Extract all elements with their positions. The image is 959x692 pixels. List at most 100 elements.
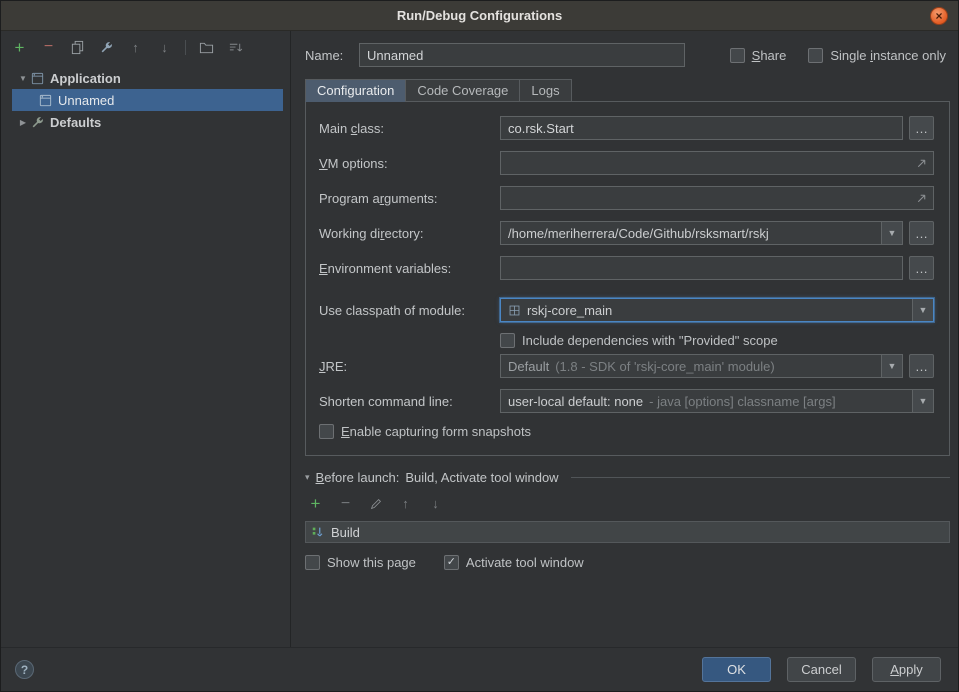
working-directory-browse-button[interactable]: … xyxy=(909,221,934,245)
cancel-button[interactable]: Cancel xyxy=(787,657,856,682)
activate-tool-window-checkbox[interactable]: ✓ Activate tool window xyxy=(444,555,584,570)
single-instance-checkbox-label: Single instance only xyxy=(830,48,946,63)
tree-item-defaults[interactable]: ▶ Defaults xyxy=(12,111,283,133)
build-icon xyxy=(311,525,325,539)
close-button[interactable]: × xyxy=(930,7,948,25)
help-button[interactable]: ? xyxy=(15,660,34,679)
before-launch-section: ▾ Before launch: Build, Activate tool wi… xyxy=(305,470,950,570)
create-folder-button[interactable] xyxy=(198,39,215,56)
enable-capturing-checkbox[interactable]: Enable capturing form snapshots xyxy=(319,424,531,439)
main-class-input[interactable] xyxy=(500,116,903,140)
show-this-page-checkbox-label: Show this page xyxy=(327,555,416,570)
include-provided-checkbox-box xyxy=(500,333,515,348)
shorten-command-line-dropdown-button[interactable]: ▼ xyxy=(912,390,933,412)
jre-value-detail: (1.8 - SDK of 'rskj-core_main' module) xyxy=(555,359,775,374)
vm-options-input[interactable] xyxy=(500,151,934,175)
single-instance-checkbox[interactable]: Single instance only xyxy=(808,48,946,63)
shorten-command-line-value: user-local default: none xyxy=(508,394,643,409)
arrow-down-icon: ↓ xyxy=(432,497,439,510)
tree-item-label: Unnamed xyxy=(58,93,114,108)
copy-configuration-button[interactable] xyxy=(69,39,86,56)
ellipsis-icon: … xyxy=(915,261,928,276)
edit-defaults-button[interactable] xyxy=(98,39,115,56)
vm-options-expand-button[interactable] xyxy=(914,156,929,171)
shorten-command-line-value-detail: - java [options] classname [args] xyxy=(649,394,835,409)
arrow-up-icon: ↑ xyxy=(132,41,139,54)
working-directory-combo[interactable]: /home/meriherrera/Code/Github/rsksmart/r… xyxy=(500,221,903,245)
activate-tool-window-checkbox-label: Activate tool window xyxy=(466,555,584,570)
ellipsis-icon: … xyxy=(915,226,928,241)
remove-task-button[interactable]: − xyxy=(337,495,354,512)
configurations-sidebar: + − ↑ ↓ ▼ xyxy=(1,31,291,647)
question-icon: ? xyxy=(21,663,28,677)
before-launch-toolbar: + − ↑ ↓ xyxy=(305,485,950,521)
sort-icon xyxy=(228,40,243,55)
jre-browse-button[interactable]: … xyxy=(909,354,934,378)
chevron-down-icon: ▼ xyxy=(888,361,897,371)
use-classpath-label: Use classpath of module: xyxy=(319,303,500,318)
environment-variables-label: Environment variables: xyxy=(319,261,500,276)
move-up-button[interactable]: ↑ xyxy=(127,39,144,56)
move-task-up-button[interactable]: ↑ xyxy=(397,495,414,512)
tree-item-application[interactable]: ▼ Application xyxy=(12,67,283,89)
tab-code-coverage[interactable]: Code Coverage xyxy=(405,79,519,102)
before-launch-header[interactable]: ▾ Before launch: Build, Activate tool wi… xyxy=(305,470,950,485)
ok-button[interactable]: OK xyxy=(702,657,771,682)
before-launch-options: Show this page ✓ Activate tool window xyxy=(305,555,950,570)
include-provided-checkbox[interactable]: Include dependencies with "Provided" sco… xyxy=(500,333,778,348)
task-row-build[interactable]: Build xyxy=(306,522,949,542)
task-label: Build xyxy=(331,525,360,540)
working-directory-dropdown-button[interactable]: ▼ xyxy=(881,222,902,244)
copy-icon xyxy=(70,40,85,55)
chevron-down-icon: ▼ xyxy=(919,396,928,406)
share-checkbox-label: Share xyxy=(752,48,787,63)
tree-item-label: Defaults xyxy=(50,115,101,130)
configuration-editor: Name: Share Single instance only Configu… xyxy=(291,31,958,647)
tab-configuration[interactable]: Configuration xyxy=(305,79,405,102)
move-task-down-button[interactable]: ↓ xyxy=(427,495,444,512)
toolbar-separator xyxy=(185,40,186,55)
name-row: Name: Share Single instance only xyxy=(305,43,948,67)
module-icon xyxy=(508,304,521,317)
add-configuration-button[interactable]: + xyxy=(11,39,28,56)
add-task-button[interactable]: + xyxy=(307,495,324,512)
application-icon xyxy=(38,93,53,108)
expand-icon xyxy=(915,157,928,170)
program-arguments-expand-button[interactable] xyxy=(914,191,929,206)
plus-icon: + xyxy=(311,495,321,512)
jre-combo[interactable]: Default (1.8 - SDK of 'rskj-core_main' m… xyxy=(500,354,903,378)
program-arguments-input[interactable] xyxy=(500,186,934,210)
classpath-module-dropdown-button[interactable]: ▼ xyxy=(912,299,933,321)
show-this-page-checkbox[interactable]: Show this page xyxy=(305,555,416,570)
tree-item-unnamed[interactable]: Unnamed xyxy=(12,89,283,111)
show-this-page-checkbox-box xyxy=(305,555,320,570)
titlebar[interactable]: Run/Debug Configurations × xyxy=(1,1,958,31)
sort-configurations-button[interactable] xyxy=(227,39,244,56)
shorten-command-line-combo[interactable]: user-local default: none - java [options… xyxy=(500,389,934,413)
check-icon: ✓ xyxy=(447,557,456,568)
main-class-label: Main class: xyxy=(319,121,500,136)
minus-icon: − xyxy=(44,39,53,55)
chevron-down-icon: ▼ xyxy=(888,228,897,238)
apply-button[interactable]: Apply xyxy=(872,657,941,682)
environment-variables-browse-button[interactable]: … xyxy=(909,256,934,280)
jre-dropdown-button[interactable]: ▼ xyxy=(881,355,902,377)
main-class-browse-button[interactable]: … xyxy=(909,116,934,140)
arrow-down-icon: ↓ xyxy=(161,41,168,54)
tab-logs[interactable]: Logs xyxy=(519,79,571,102)
before-launch-subtitle: Build, Activate tool window xyxy=(405,470,558,485)
chevron-collapsed-icon: ▶ xyxy=(16,118,30,127)
enable-capturing-checkbox-box xyxy=(319,424,334,439)
share-checkbox[interactable]: Share xyxy=(730,48,787,63)
environment-variables-input[interactable] xyxy=(500,256,903,280)
edit-task-button[interactable] xyxy=(367,495,384,512)
jre-label: JRE: xyxy=(319,359,500,374)
shorten-command-line-label: Shorten command line: xyxy=(319,394,500,409)
classpath-module-combo[interactable]: rskj-core_main ▼ xyxy=(500,298,934,322)
remove-configuration-button[interactable]: − xyxy=(40,39,57,56)
working-directory-label: Working directory: xyxy=(319,226,500,241)
pencil-icon xyxy=(369,497,383,511)
move-down-button[interactable]: ↓ xyxy=(156,39,173,56)
jre-value: Default xyxy=(508,359,549,374)
name-input[interactable] xyxy=(359,43,685,67)
